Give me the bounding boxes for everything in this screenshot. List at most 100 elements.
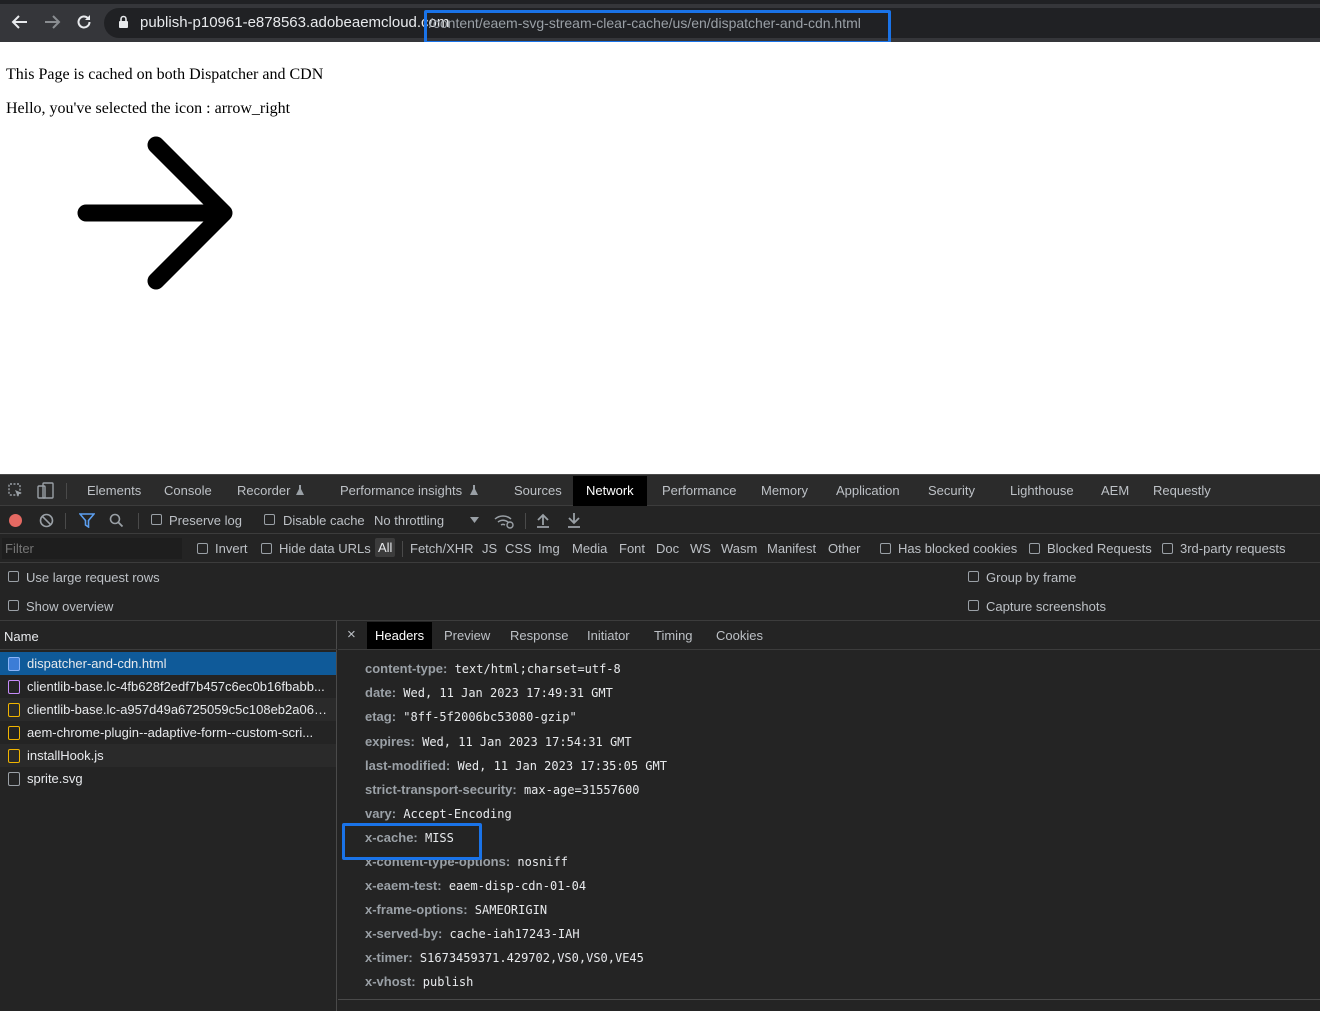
invert-checkbox[interactable] <box>197 543 208 554</box>
filter-type-ws[interactable]: WS <box>690 541 711 556</box>
tab-security[interactable]: Security <box>928 483 975 498</box>
preserve-log-checkbox[interactable] <box>151 514 162 525</box>
search-icon[interactable] <box>109 513 124 528</box>
request-row[interactable]: aem-chrome-plugin--adaptive-form--custom… <box>0 721 336 744</box>
separator <box>65 513 66 529</box>
request-row[interactable]: dispatcher-and-cdn.html <box>0 652 336 675</box>
tab-application[interactable]: Application <box>836 483 900 498</box>
close-detail-button[interactable]: × <box>347 626 356 643</box>
tab-preview[interactable]: Preview <box>444 628 490 643</box>
record-icon[interactable] <box>9 514 22 527</box>
filter-type-font[interactable]: Font <box>619 541 645 556</box>
forward-button[interactable] <box>39 9 65 35</box>
tab-lighthouse[interactable]: Lighthouse <box>1010 483 1074 498</box>
response-header: x-vhost: publish <box>365 974 474 989</box>
filter-type-fetch-xhr[interactable]: Fetch/XHR <box>410 541 474 556</box>
hide-data-urls-checkbox[interactable] <box>261 543 272 554</box>
back-button[interactable] <box>7 9 33 35</box>
has-blocked-cookies-label: Has blocked cookies <box>898 541 1018 556</box>
hide-data-urls-label: Hide data URLs <box>279 541 371 556</box>
script-icon <box>8 749 20 763</box>
blocked-requests-label: Blocked Requests <box>1047 541 1152 556</box>
has-blocked-cookies-checkbox[interactable] <box>880 543 891 554</box>
response-header: x-frame-options: SAMEORIGIN <box>365 902 548 917</box>
filter-type-js[interactable]: JS <box>482 541 497 556</box>
devtools-panel: Elements Console Recorder Performance in… <box>0 474 1320 1011</box>
import-har-icon[interactable] <box>536 512 550 528</box>
filter-input[interactable] <box>2 538 182 559</box>
network-conditions-icon[interactable] <box>494 513 514 529</box>
device-toolbar-icon[interactable] <box>37 482 55 500</box>
tab-timing[interactable]: Timing <box>654 628 693 643</box>
request-detail: × Headers Preview Response Initiator Tim… <box>338 621 1320 1011</box>
filter-type-other[interactable]: Other <box>828 541 861 556</box>
filter-type-media[interactable]: Media <box>572 541 607 556</box>
capture-screenshots-label: Capture screenshots <box>986 599 1106 614</box>
tab-aem[interactable]: AEM <box>1101 483 1129 498</box>
browser-toolbar: publish-p10961-e878563.adobeaemcloud.com… <box>0 0 1320 44</box>
page-content: This Page is cached on both Dispatcher a… <box>0 42 1320 474</box>
name-column-label: Name <box>4 629 39 644</box>
tab-sources[interactable]: Sources <box>514 483 562 498</box>
url-highlight-box <box>424 10 891 44</box>
request-name: aem-chrome-plugin--adaptive-form--custom… <box>27 725 314 740</box>
filter-row: Invert Hide data URLs All Fetch/XHR JS C… <box>0 534 1320 563</box>
filter-type-wasm[interactable]: Wasm <box>721 541 757 556</box>
tab-memory[interactable]: Memory <box>761 483 808 498</box>
group-by-frame-checkbox[interactable] <box>968 571 979 582</box>
tab-cookies[interactable]: Cookies <box>716 628 763 643</box>
show-overview-label: Show overview <box>26 599 114 614</box>
reload-button[interactable] <box>71 9 97 35</box>
large-rows-checkbox[interactable] <box>8 571 19 582</box>
request-row[interactable]: sprite.svg <box>0 767 336 790</box>
show-overview-checkbox[interactable] <box>8 600 19 611</box>
clear-icon[interactable] <box>39 513 54 528</box>
filter-type-doc[interactable]: Doc <box>656 541 679 556</box>
preserve-log-label: Preserve log <box>169 513 242 528</box>
tab-initiator[interactable]: Initiator <box>587 628 630 643</box>
capture-screenshots-checkbox[interactable] <box>968 600 979 611</box>
name-column-header[interactable]: Name <box>0 621 337 650</box>
url-host: publish-p10961-e878563.adobeaemcloud.com <box>140 14 450 31</box>
document-icon <box>8 657 20 671</box>
blocked-requests-checkbox[interactable] <box>1029 543 1040 554</box>
flask-icon <box>296 485 304 495</box>
flask-icon <box>470 485 478 495</box>
separator <box>66 483 67 499</box>
export-har-icon[interactable] <box>567 512 581 528</box>
network-toolbar: Preserve log Disable cache No throttling <box>0 506 1320 534</box>
filter-type-all[interactable]: All <box>375 538 396 557</box>
request-row[interactable]: clientlib-base.lc-a957d49a6725059c5c108e… <box>0 698 336 721</box>
request-name: installHook.js <box>27 748 104 763</box>
reload-icon <box>77 15 91 29</box>
tab-requestly[interactable]: Requestly <box>1153 483 1211 498</box>
response-header: expires: Wed, 11 Jan 2023 17:54:31 GMT <box>365 734 632 749</box>
tab-performance-insights[interactable]: Performance insights <box>340 483 462 498</box>
stylesheet-icon <box>8 680 20 694</box>
tab-network[interactable]: Network <box>573 476 647 506</box>
throttling-select[interactable]: No throttling <box>374 513 444 528</box>
tab-performance[interactable]: Performance <box>662 483 736 498</box>
tab-response[interactable]: Response <box>510 628 569 643</box>
request-row[interactable]: clientlib-base.lc-4fb628f2edf7b457c6ec0b… <box>0 675 336 698</box>
third-party-requests-checkbox[interactable] <box>1162 543 1173 554</box>
tab-strip-edge <box>0 0 1320 4</box>
response-header: vary: Accept-Encoding <box>365 806 512 821</box>
filter-type-manifest[interactable]: Manifest <box>767 541 816 556</box>
request-row[interactable]: installHook.js <box>0 744 336 767</box>
inspect-element-icon[interactable] <box>8 483 24 499</box>
file-icon <box>8 772 20 786</box>
disable-cache-checkbox[interactable] <box>264 514 275 525</box>
tab-elements[interactable]: Elements <box>87 483 141 498</box>
separator <box>402 541 403 557</box>
filter-type-img[interactable]: Img <box>538 541 560 556</box>
lock-icon <box>119 15 128 28</box>
arrow-right-icon <box>77 136 233 290</box>
tab-headers[interactable]: Headers <box>367 622 433 649</box>
tab-console[interactable]: Console <box>164 483 212 498</box>
response-header: x-timer: S1673459371.429702,VS0,VS0,VE45 <box>365 950 644 965</box>
filter-type-css[interactable]: CSS <box>505 541 532 556</box>
filter-icon[interactable] <box>79 513 95 528</box>
tab-recorder[interactable]: Recorder <box>237 483 290 498</box>
forward-arrow-icon <box>45 15 61 29</box>
